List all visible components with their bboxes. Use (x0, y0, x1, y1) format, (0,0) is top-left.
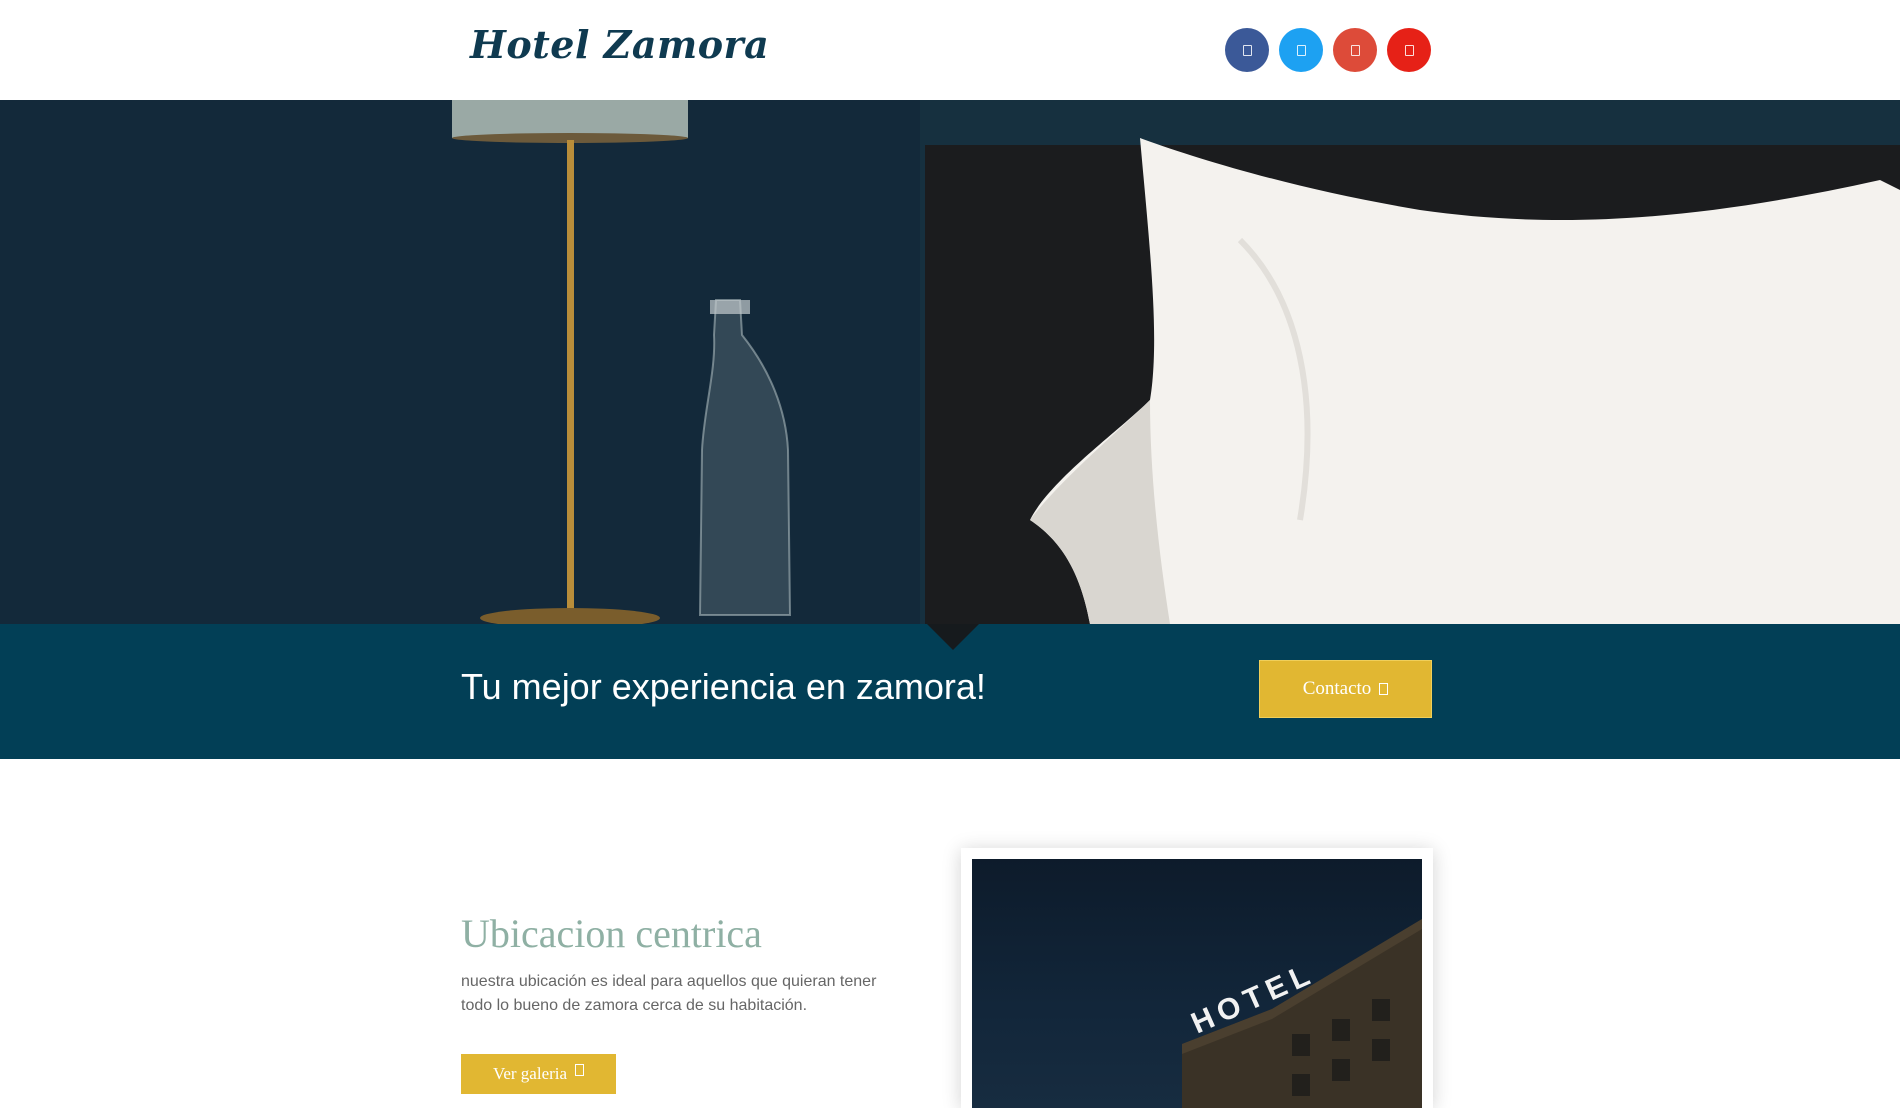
hero-image (0, 100, 1900, 624)
hotel-building-illustration: HOTEL (1182, 919, 1422, 1108)
youtube-button[interactable] (1387, 28, 1431, 72)
banner-notch (927, 624, 979, 650)
hotel-photo-card: HOTEL (961, 848, 1433, 1108)
arrow-right-icon (575, 1064, 585, 1076)
facebook-icon (1242, 44, 1252, 56)
site-header: Hotel Zamora (0, 0, 1900, 100)
contact-button[interactable]: Contacto (1259, 660, 1432, 718)
facebook-button[interactable] (1225, 28, 1269, 72)
youtube-icon (1404, 44, 1414, 56)
gallery-button-label: Ver galeria (492, 1064, 568, 1083)
gallery-button[interactable]: Ver galeria (461, 1054, 616, 1094)
hero-illustration (0, 100, 1900, 624)
tagline-text: Tu mejor experiencia en zamora! (461, 666, 986, 707)
contact-button-label: Contacto (1302, 678, 1372, 699)
arrow-right-icon (1379, 683, 1389, 695)
google-plus-icon (1350, 44, 1360, 56)
twitter-icon (1296, 44, 1306, 56)
hotel-photo: HOTEL (972, 859, 1422, 1108)
section-description: nuestra ubicación es ideal para aquellos… (461, 973, 877, 1014)
section-title: Ubicacion centrica (461, 911, 762, 956)
google-plus-button[interactable] (1333, 28, 1377, 72)
site-logo[interactable]: Hotel Zamora (470, 22, 769, 67)
twitter-button[interactable] (1279, 28, 1323, 72)
